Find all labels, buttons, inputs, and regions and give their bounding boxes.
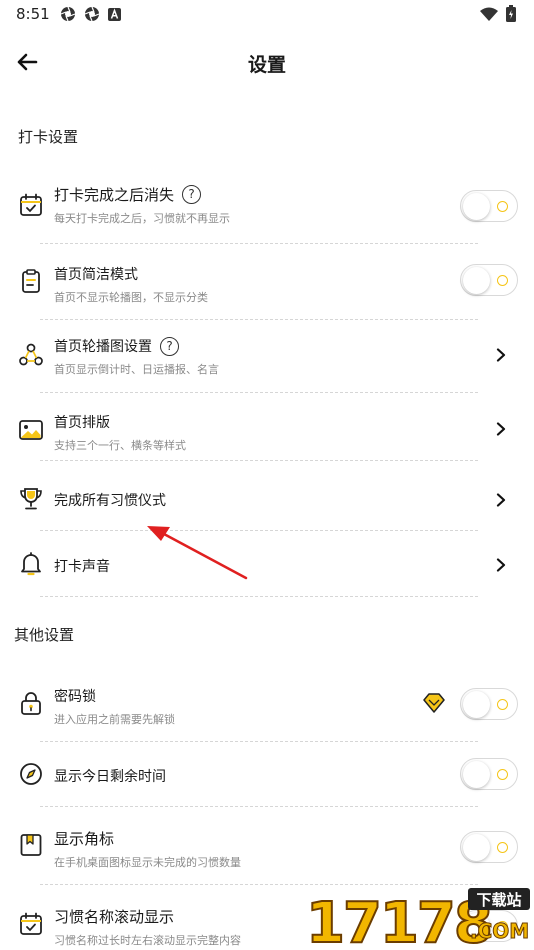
help-icon[interactable]: ? (160, 336, 179, 356)
help-icon[interactable]: ? (182, 185, 202, 204)
setting-title: 显示角标 (54, 830, 115, 848)
setting-subtitle: 首页不显示轮播图，不显示分类 (54, 291, 208, 304)
page-title: 设置 (247, 54, 286, 76)
toggle-knob (463, 834, 490, 861)
trophy-icon (20, 488, 42, 510)
setting-subtitle: 习惯名称过长时左右滚动显示完整内容 (54, 934, 241, 947)
annotation-arrow (147, 526, 248, 580)
toggle-off-indicator (497, 201, 508, 212)
aperture-icon (84, 6, 100, 22)
divider (40, 530, 478, 531)
toggle-badge[interactable] (460, 831, 518, 863)
connected-circles-icon (19, 343, 43, 366)
diamond-icon (423, 693, 445, 713)
toggle-password-lock[interactable] (460, 688, 518, 720)
toggle-remaining-time[interactable] (460, 758, 518, 790)
section-title-checkin: 打卡设置 (18, 128, 79, 146)
status-time: 8:51 (16, 5, 50, 23)
setting-row-simple-mode[interactable]: 首页简洁模式 首页不显示轮播图，不显示分类 (18, 262, 518, 310)
lock-icon (21, 692, 41, 715)
toggle-knob (463, 761, 490, 788)
setting-subtitle: 首页显示倒计时、日运播报、名言 (54, 363, 219, 376)
setting-row-completion-ceremony[interactable]: 完成所有习惯仪式 (18, 486, 518, 514)
compass-icon (20, 763, 42, 785)
toggle-disappear-after-checkin[interactable] (460, 190, 518, 222)
chevron-right-icon (496, 558, 506, 572)
divider (40, 243, 478, 244)
setting-subtitle: 支持三个一行、横条等样式 (54, 439, 186, 452)
toggle-off-indicator (497, 769, 508, 780)
aperture-icon (60, 6, 76, 22)
setting-title: 完成所有习惯仪式 (54, 493, 166, 509)
bookmark-icon (20, 834, 42, 856)
divider (40, 741, 478, 742)
divider (40, 392, 478, 393)
divider (40, 460, 478, 461)
svg-text:.COM: .COM (470, 919, 529, 943)
toggle-knob (463, 193, 490, 220)
divider (40, 596, 478, 597)
chevron-right-icon (496, 348, 506, 362)
setting-title: 首页轮播图设置 (54, 339, 152, 355)
a-badge-icon (108, 7, 121, 21)
setting-title: 打卡声音 (54, 559, 110, 575)
setting-row-checkin-sound[interactable]: 打卡声音 (18, 551, 518, 579)
setting-title: 显示今日剩余时间 (54, 769, 166, 785)
toggle-knob (463, 691, 490, 718)
section-title-other: 其他设置 (14, 626, 75, 644)
svg-text:下载站: 下载站 (476, 891, 521, 909)
setting-subtitle: 每天打卡完成之后，习惯就不再显示 (54, 212, 230, 225)
setting-title: 打卡完成之后消失 (54, 186, 175, 204)
image-icon (19, 420, 43, 440)
watermark-logo: 17178 下载站 .COM (305, 888, 530, 950)
toggle-off-indicator (497, 842, 508, 853)
setting-title: 首页简洁模式 (54, 267, 138, 283)
setting-row-remaining-time[interactable]: 显示今日剩余时间 (18, 758, 518, 790)
toggle-knob (463, 267, 490, 294)
divider (40, 884, 478, 885)
status-icons-right (480, 5, 516, 22)
toggle-off-indicator (497, 699, 508, 710)
chevron-right-icon (496, 422, 506, 436)
status-icons-left (60, 6, 121, 22)
chevron-right-icon (496, 493, 506, 507)
wifi-icon (480, 7, 498, 21)
app-bar: 设置 (0, 40, 534, 84)
toggle-simple-mode[interactable] (460, 264, 518, 296)
setting-row-home-layout[interactable]: 首页排版 支持三个一行、横条等样式 (18, 410, 518, 452)
setting-row-disappear-after-checkin[interactable]: 打卡完成之后消失 ? 每天打卡完成之后，习惯就不再显示 (18, 184, 518, 232)
setting-row-password-lock[interactable]: 密码锁 进入应用之前需要先解锁 (18, 686, 518, 726)
setting-row-badge[interactable]: 显示角标 在手机桌面图标显示未完成的习惯数量 (18, 828, 518, 869)
clipboard-icon (22, 269, 40, 293)
setting-title: 习惯名称滚动显示 (54, 908, 175, 926)
bell-icon (21, 552, 41, 576)
calendar-check-icon (20, 912, 42, 935)
setting-title: 密码锁 (54, 689, 96, 705)
setting-subtitle: 进入应用之前需要先解锁 (54, 713, 175, 726)
divider (40, 319, 478, 320)
svg-text:17178: 17178 (306, 891, 491, 950)
toggle-off-indicator (497, 275, 508, 286)
setting-subtitle: 在手机桌面图标显示未完成的习惯数量 (54, 856, 241, 869)
setting-row-carousel[interactable]: 首页轮播图设置 ? 首页显示倒计时、日运播报、名言 (18, 336, 518, 376)
divider (40, 806, 478, 807)
calendar-check-icon (20, 193, 42, 216)
setting-title: 首页排版 (54, 415, 110, 431)
status-bar: 8:51 (0, 0, 534, 28)
battery-icon (506, 5, 516, 22)
